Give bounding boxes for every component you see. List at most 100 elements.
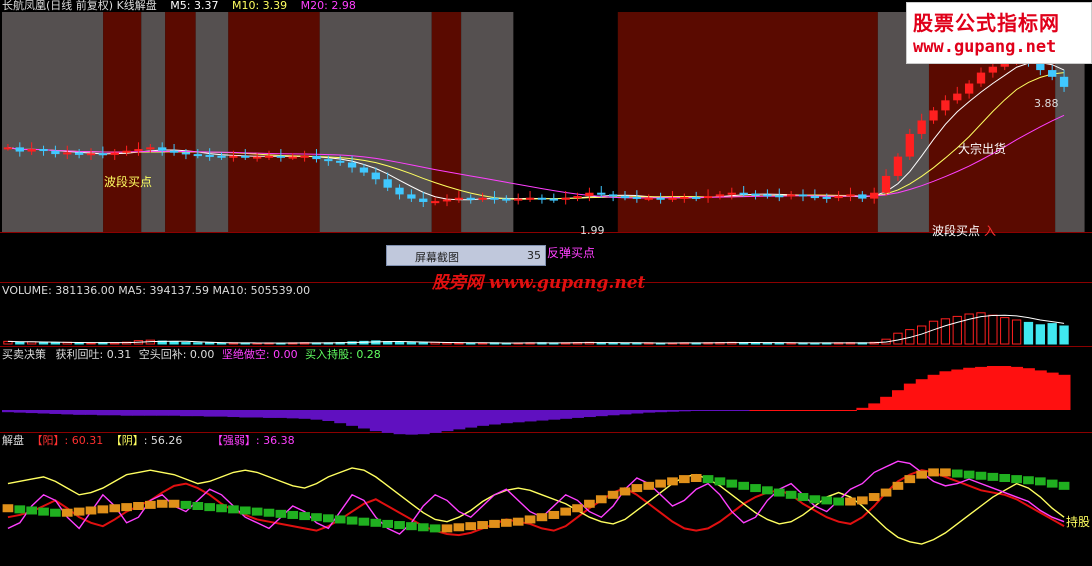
trend-block-13 [156, 499, 168, 508]
decision-bar-86 [1022, 368, 1035, 410]
screenshot-tooltip[interactable]: 屏幕截图 35 [386, 245, 546, 266]
decision-bar-43 [512, 410, 525, 423]
tooltip-value: 35 [527, 249, 541, 262]
trend-block-79 [940, 468, 951, 477]
decision-k3: 买入持股 [305, 348, 350, 361]
decision-bar-3 [37, 410, 50, 414]
trend-block-60 [714, 477, 726, 486]
zone-0 [2, 12, 104, 232]
trend-block-82 [975, 471, 987, 480]
decision-bar-45 [536, 410, 549, 421]
trend-block-3 [38, 507, 49, 516]
decision-v3: 0.28 [356, 348, 381, 361]
volume-header: VOLUME: 381136.00 MA5: 394137.59 MA10: 5… [2, 284, 310, 297]
panel-separator-2 [0, 432, 1092, 433]
trend-block-64 [762, 486, 773, 495]
ma10-readout: M10: 3.39 [231, 0, 288, 12]
trend-block-11 [133, 502, 144, 510]
decision-bar-15 [180, 410, 193, 417]
candle-body-79 [941, 100, 950, 111]
trend-block-35 [417, 523, 429, 532]
candle-body-68 [810, 196, 820, 199]
volume-bar-17 [205, 342, 215, 345]
trend-block-8 [97, 505, 109, 514]
decision-bar-71 [844, 410, 857, 411]
annotation-block-sale: 大宗出货 [958, 142, 1007, 156]
candle-body-37 [442, 199, 452, 202]
jiepan-line-2 [7, 460, 1065, 535]
candle-body-35 [419, 198, 428, 202]
volume-bar-88 [1047, 323, 1057, 345]
candle-body-45 [537, 197, 547, 200]
candle-body-72 [858, 194, 867, 199]
annotation-buy-2: 波段买点 [932, 224, 981, 238]
candle-body-49 [585, 192, 594, 197]
decision-bar-23 [274, 410, 288, 418]
jiepan-k0: 【阳】 [31, 434, 65, 447]
candle-body-34 [407, 194, 416, 199]
candle-body-0 [3, 147, 13, 150]
decision-bar-31 [369, 410, 383, 432]
candle-body-77 [917, 120, 926, 134]
trend-block-61 [726, 479, 738, 488]
decision-bar-62 [737, 410, 751, 411]
volume-bar-16 [193, 342, 203, 345]
watermark-logo: 股票公式指标网 www.gupang.net [906, 2, 1092, 64]
candle-body-47 [561, 197, 570, 200]
volume-bar-79 [940, 318, 951, 345]
candle-body-81 [964, 83, 974, 94]
trend-block-27 [322, 514, 334, 523]
decision-bar-54 [642, 410, 656, 413]
decision-bar-77 [915, 379, 929, 410]
decision-bar-52 [619, 410, 632, 415]
trend-block-16 [192, 502, 204, 510]
panel-separator-price [0, 232, 1092, 233]
candle-body-64 [763, 194, 772, 197]
volume-bar-75 [893, 332, 903, 345]
trend-block-71 [845, 497, 856, 506]
volume-bar-18 [216, 342, 227, 345]
trend-block-22 [263, 508, 275, 517]
decision-k2: 坚绝做空 [221, 348, 266, 361]
jiepan-title: 解盘 [2, 434, 24, 447]
candle-body-56 [668, 197, 677, 200]
annotation-rebound-buy: 反弹买点 [547, 246, 596, 260]
candle-body-43 [514, 198, 523, 201]
decision-bar-59 [702, 410, 715, 411]
trend-block-2 [26, 506, 38, 515]
trend-block-45 [536, 513, 548, 522]
trend-block-23 [275, 509, 287, 518]
candle-body-30 [359, 167, 369, 173]
candle-body-11 [134, 149, 143, 152]
logo-url: www.gupang.net [913, 37, 1057, 57]
trend-block-0 [2, 504, 14, 513]
zone-4 [195, 12, 229, 232]
decision-bar-89 [1058, 374, 1071, 410]
trend-block-38 [453, 523, 465, 532]
jiepan-v1: 56.26 [150, 434, 183, 447]
decision-bar-21 [251, 410, 264, 418]
candle-body-1 [15, 147, 24, 152]
trend-block-65 [773, 488, 785, 497]
candle-body-41 [490, 197, 499, 200]
decision-bar-17 [203, 410, 217, 417]
candle-body-26 [312, 155, 321, 160]
logo-title: 股票公式指标网 [913, 11, 1060, 35]
decision-bar-65 [773, 410, 786, 411]
candle-body-25 [300, 155, 309, 158]
decision-bar-55 [654, 410, 668, 413]
decision-bar-24 [286, 410, 300, 419]
candle-body-6 [74, 152, 84, 155]
candle-body-80 [953, 93, 962, 101]
decision-bar-49 [583, 410, 596, 418]
decision-k0: 获利回吐 [55, 348, 100, 361]
volume-bar-85 [1011, 319, 1022, 345]
decision-bar-7 [85, 410, 98, 415]
price-header: 长航凤凰(日线 前复权) K线解盘 M5: 3.37 M10: 3.39 M20… [2, 0, 366, 13]
trend-block-88 [1046, 479, 1058, 488]
decision-bar-27 [322, 410, 335, 421]
trend-block-9 [109, 504, 121, 513]
trend-block-41 [489, 519, 500, 528]
candle-body-8 [98, 153, 108, 156]
ma20-readout: M20: 2.98 [300, 0, 356, 12]
